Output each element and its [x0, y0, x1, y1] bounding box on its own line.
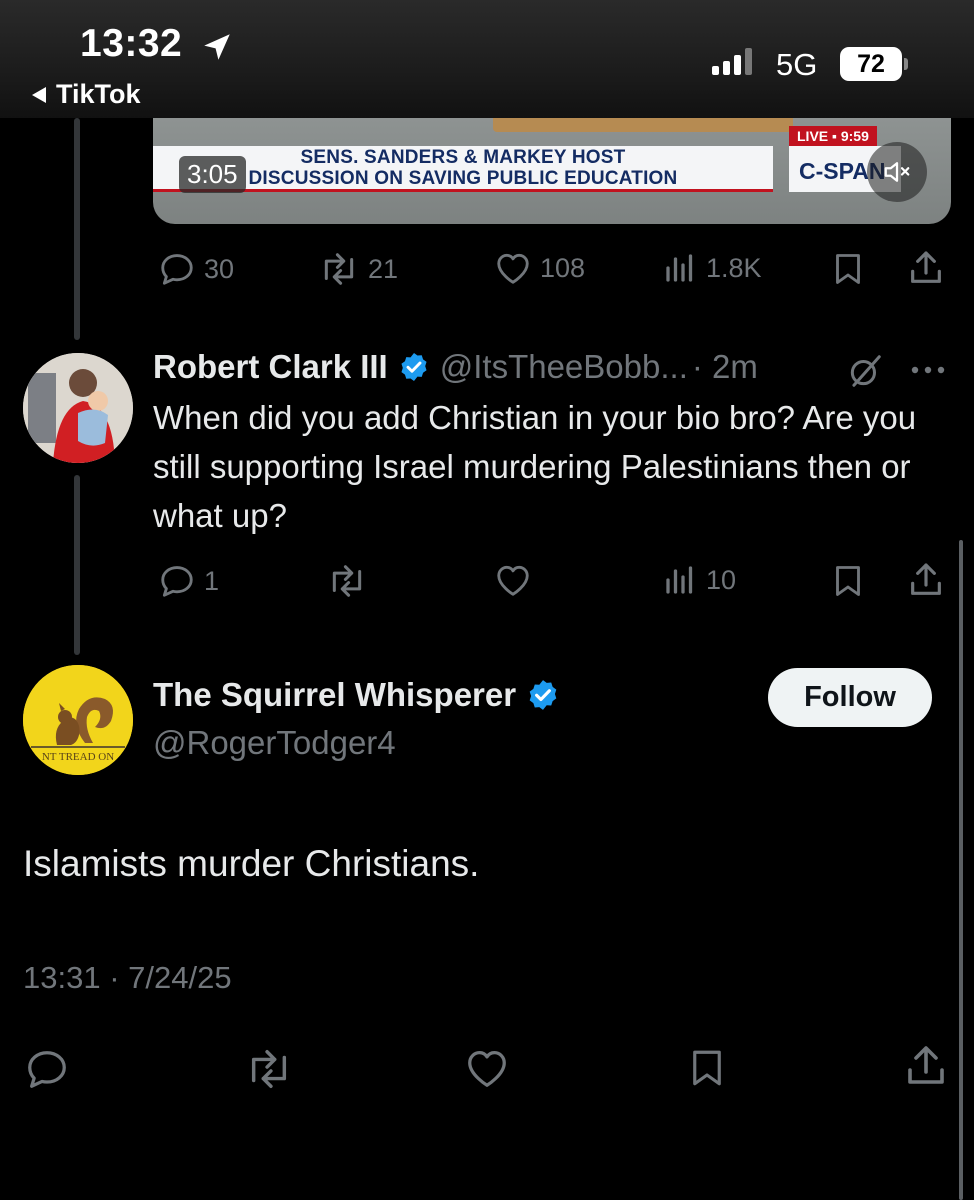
avatar-motto: NT TREAD ON — [41, 751, 115, 763]
main-reply-button[interactable] — [24, 1046, 70, 1092]
video-lower-third: SENS. SANDERS & MARKEY HOST DISCUSSION O… — [153, 146, 773, 192]
views-icon — [666, 566, 693, 594]
banner-line-2: DISCUSSION ON SAVING PUBLIC EDUCATION — [248, 167, 678, 189]
main-author-avatar[interactable]: NT TREAD ON — [23, 665, 133, 775]
main-retweet-button[interactable] — [244, 1046, 294, 1092]
back-arrow-icon — [32, 86, 46, 103]
reply-button[interactable]: 30 — [158, 250, 234, 288]
heart-icon — [468, 1051, 506, 1087]
main-bookmark-button[interactable] — [686, 1044, 728, 1092]
main-share-button[interactable] — [902, 1042, 950, 1090]
reply-icon — [161, 566, 193, 597]
views-icon — [666, 254, 693, 282]
main-author-handle[interactable]: @RogerTodger4 — [153, 724, 396, 762]
main-author-name[interactable]: The Squirrel Whisperer — [153, 676, 516, 714]
avatar-photo — [23, 353, 133, 463]
reply-icon — [161, 254, 193, 285]
main-tweet-timestamp[interactable]: 13:31 · 7/24/25 — [23, 960, 232, 996]
reply-tweet-reply-button[interactable]: 1 — [158, 562, 219, 600]
thread-line-top — [74, 118, 80, 340]
like-count: 108 — [540, 252, 586, 283]
main-like-button[interactable] — [464, 1046, 510, 1090]
mute-button[interactable] — [867, 142, 927, 202]
share-icon — [911, 251, 941, 283]
share-icon — [911, 563, 941, 595]
reply-author-avatar[interactable] — [23, 353, 133, 463]
heart-icon — [497, 565, 529, 596]
network-type: 5G — [776, 47, 818, 82]
reply-tweet-views-button[interactable]: 10 — [662, 562, 736, 598]
reply-author-handle[interactable]: @ItsTheeBobb... — [440, 348, 688, 386]
retweet-icon — [324, 253, 354, 285]
back-app-label: TikTok — [56, 79, 141, 109]
video-player[interactable]: SENS. SANDERS & MARKEY HOST DISCUSSION O… — [153, 118, 951, 224]
bookmark-icon — [693, 1050, 721, 1086]
main-tweet-text: Islamists murder Christians. — [23, 843, 480, 884]
status-time: 13:32 — [80, 22, 183, 65]
views-button[interactable]: 1.8K — [662, 250, 762, 286]
status-bar: 13:32 TikTok 5G 72 — [0, 0, 974, 118]
more-options-icon[interactable] — [910, 364, 946, 376]
reply-tweet-share-button[interactable] — [906, 560, 946, 600]
grok-icon[interactable] — [846, 352, 884, 390]
battery-nub — [904, 58, 908, 70]
cellular-signal-icon — [712, 48, 752, 75]
bookmark-icon — [836, 566, 860, 596]
speaker-muted-icon — [884, 162, 910, 182]
share-button[interactable] — [906, 248, 946, 288]
retweet-icon — [251, 1050, 287, 1088]
reply-tweet-retweet-button[interactable] — [326, 562, 368, 600]
reply-tweet-reply-count: 1 — [204, 565, 220, 596]
retweet-button[interactable]: 21 — [318, 250, 398, 288]
follow-button[interactable]: Follow — [768, 668, 932, 727]
reply-count: 30 — [204, 253, 235, 284]
like-button[interactable]: 108 — [494, 250, 585, 286]
retweet-count: 21 — [368, 253, 399, 284]
reply-tweet-bookmark-button[interactable] — [830, 562, 866, 600]
banner-line-1: SENS. SANDERS & MARKEY HOST — [300, 146, 626, 168]
battery-icon: 72 — [840, 47, 902, 81]
share-icon — [908, 1046, 944, 1084]
reply-tweet-views-count: 10 — [706, 564, 737, 595]
video-scene-desk — [493, 118, 793, 132]
scrollbar[interactable] — [959, 540, 963, 1200]
location-arrow-icon — [204, 34, 230, 60]
reply-tweet-text: When did you add Christian in your bio b… — [153, 399, 917, 534]
back-to-app-button[interactable]: TikTok — [32, 79, 141, 110]
reply-author-name[interactable]: Robert Clark III — [153, 348, 388, 386]
verified-badge-icon — [401, 353, 427, 381]
heart-icon — [497, 253, 529, 284]
verified-badge-icon — [529, 680, 557, 710]
reply-time-ago: · 2m — [691, 348, 758, 385]
views-count: 1.8K — [706, 252, 762, 283]
bookmark-icon — [836, 254, 860, 284]
bookmark-button[interactable] — [830, 250, 866, 288]
reply-icon — [28, 1051, 66, 1088]
main-tweet-name-row: The Squirrel Whisperer — [153, 676, 560, 714]
reply-header: Robert Clark III @ItsTheeBobb... · 2m — [153, 348, 758, 386]
video-duration: 3:05 — [179, 156, 246, 193]
retweet-icon — [332, 565, 362, 597]
reply-tweet-like-button[interactable] — [494, 562, 532, 598]
live-tag: LIVE ▪ 9:59 — [789, 126, 877, 146]
thread-line-middle — [74, 475, 80, 655]
